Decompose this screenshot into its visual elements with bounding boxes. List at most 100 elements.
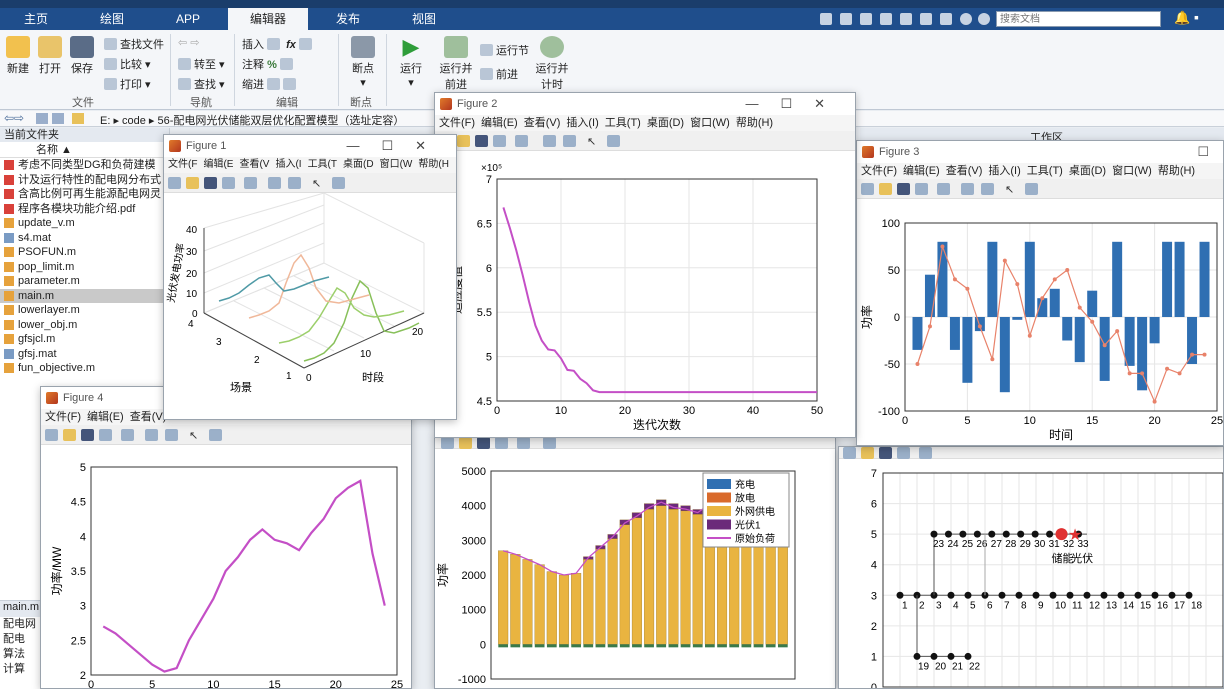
colorbar-icon[interactable]	[543, 437, 556, 449]
open-icon[interactable]	[861, 447, 874, 459]
property-editor-icon[interactable]	[209, 429, 222, 441]
help-icon[interactable]	[960, 13, 972, 25]
print-icon[interactable]	[99, 429, 112, 441]
figure6-window[interactable]: 0 1 2 3 4 5 6 7 1 2 3 4 5 6 7 8 9 10 11 12 13 14 15 16 17 18 23 24 2…	[838, 446, 1224, 689]
open-icon[interactable]	[457, 135, 470, 147]
browse-icon[interactable]	[52, 113, 64, 124]
run-section-button[interactable]: 运行节	[480, 42, 529, 58]
window-controls[interactable]: —☐✕	[346, 135, 448, 157]
tab-editor[interactable]: 编辑器	[228, 8, 308, 30]
maximize-icon[interactable]: ☐	[1197, 141, 1209, 163]
file-item[interactable]: pop_limit.m	[0, 260, 169, 275]
menu-file[interactable]: 文件(F)	[861, 165, 897, 177]
tab-plots[interactable]: 绘图	[76, 8, 148, 30]
settings-icon[interactable]	[978, 13, 990, 25]
pointer-icon[interactable]: ↖	[587, 135, 600, 148]
file-item[interactable]: gfsj.mat	[0, 347, 169, 362]
legend-icon[interactable]	[288, 177, 301, 189]
tab-publish[interactable]: 发布	[312, 8, 384, 30]
link-icon[interactable]	[517, 437, 530, 449]
menu-view[interactable]: 查看(V)	[946, 165, 983, 177]
menu-file[interactable]: 文件(F)	[439, 117, 475, 129]
file-item[interactable]: 考虑不同类型DG和负荷建模	[0, 158, 169, 173]
legend-icon[interactable]	[563, 135, 576, 147]
save-button[interactable]: 保存	[68, 36, 96, 76]
file-item[interactable]: 程序各模块功能介绍.pdf	[0, 202, 169, 217]
print-icon[interactable]	[495, 437, 508, 449]
property-editor-icon[interactable]	[332, 177, 345, 189]
menu-desktop[interactable]: 桌面(D	[343, 159, 374, 170]
open-icon[interactable]	[459, 437, 472, 449]
figure1-title-bar[interactable]: Figure 1 —☐✕	[164, 135, 456, 157]
figure4-window[interactable]: Figure 4 文件(F) 编辑(E) 查看(V) ↖ 0 5 10 15 20 25 2 2.…	[40, 386, 412, 689]
menu-help[interactable]: 帮助(H	[418, 159, 449, 170]
menu-edit[interactable]: 编辑(E)	[87, 411, 124, 423]
file-item[interactable]: s4.mat	[0, 231, 169, 246]
link-icon[interactable]	[937, 183, 950, 195]
save-icon[interactable]	[204, 177, 217, 189]
file-item[interactable]: update_v.m	[0, 216, 169, 231]
menu-help[interactable]: 帮助(H)	[736, 117, 773, 129]
print-icon[interactable]	[915, 183, 928, 195]
window-controls[interactable]: —☐✕	[745, 93, 847, 115]
comment-button[interactable]: 注释 %	[242, 56, 296, 72]
link-icon[interactable]	[919, 447, 932, 459]
save-icon[interactable]	[477, 437, 490, 449]
compare-button[interactable]: 比较 ▾	[104, 56, 151, 72]
save-icon[interactable]	[897, 183, 910, 195]
find-files-button[interactable]: 查找文件	[104, 36, 164, 52]
figure5-window[interactable]: -1000 0 1000 2000 3000 4000 5000 功率 充电 放电 外网供电 光伏1 原…	[434, 436, 836, 689]
save-icon[interactable]	[879, 447, 892, 459]
file-item[interactable]: PSOFUN.m	[0, 245, 169, 260]
pointer-icon[interactable]: ↖	[189, 429, 202, 442]
file-item[interactable]: fun_objective.m	[0, 361, 169, 376]
print-icon[interactable]	[222, 177, 235, 189]
colorbar-icon[interactable]	[268, 177, 281, 189]
file-item[interactable]: gfsjcl.m	[0, 332, 169, 347]
up-folder-icon[interactable]	[36, 113, 48, 124]
switch-window-icon[interactable]	[940, 13, 952, 25]
link-icon[interactable]	[244, 177, 257, 189]
file-item[interactable]: 含高比例可再生能源配电网灵	[0, 187, 169, 202]
run-time-button[interactable]: 运行并 计时	[532, 36, 572, 92]
new-button[interactable]: 新建	[4, 36, 32, 76]
colorbar-icon[interactable]	[961, 183, 974, 195]
menu-edit[interactable]: 编辑(E)	[903, 165, 940, 177]
bell-icon[interactable]: 🔔	[1174, 10, 1190, 26]
menu-file[interactable]: 文件(F	[168, 159, 197, 170]
open-icon[interactable]	[879, 183, 892, 195]
link-icon[interactable]	[515, 135, 528, 147]
new-figure-icon[interactable]	[441, 437, 454, 449]
save-icon[interactable]	[475, 135, 488, 147]
copy-icon[interactable]	[860, 13, 872, 25]
file-item[interactable]: 计及运行特性的配电网分布式	[0, 173, 169, 188]
back-forward-buttons[interactable]: ⇦ ⇨	[178, 36, 200, 49]
indent-button[interactable]: 缩进	[242, 76, 299, 92]
colorbar-icon[interactable]	[543, 135, 556, 147]
advance-button[interactable]: 前进	[480, 66, 518, 82]
new-figure-icon[interactable]	[45, 429, 58, 441]
figure2-title-bar[interactable]: Figure 2 —☐✕	[435, 93, 855, 115]
expand-icon[interactable]: ▪	[1194, 9, 1199, 25]
menu-edit[interactable]: 编辑(E)	[481, 117, 518, 129]
name-column-header[interactable]: 名称 ▲	[0, 142, 169, 158]
menu-window[interactable]: 窗口(W)	[1112, 165, 1152, 177]
run-button[interactable]: ▶ 运行 ▾	[396, 36, 426, 90]
menu-desktop[interactable]: 桌面(D)	[1069, 165, 1106, 177]
run-advance-button[interactable]: 运行并 前进	[436, 36, 476, 92]
save-icon[interactable]	[81, 429, 94, 441]
nav-arrows-icon[interactable]: ⇦⇨	[4, 111, 24, 125]
menu-edit[interactable]: 编辑(E	[203, 159, 233, 170]
open-button[interactable]: 打开	[36, 36, 64, 76]
open-icon[interactable]	[63, 429, 76, 441]
menu-insert[interactable]: 插入(I)	[566, 117, 598, 129]
menu-tools[interactable]: 工具(T)	[605, 117, 641, 129]
find-button[interactable]: 查找 ▾	[178, 76, 225, 92]
file-item[interactable]: main.m	[0, 288, 169, 303]
property-editor-icon[interactable]	[1025, 183, 1038, 195]
print-icon[interactable]	[493, 135, 506, 147]
open-icon[interactable]	[186, 177, 199, 189]
colorbar-icon[interactable]	[145, 429, 158, 441]
menu-tools[interactable]: 工具(T	[308, 159, 337, 170]
legend-icon[interactable]	[981, 183, 994, 195]
